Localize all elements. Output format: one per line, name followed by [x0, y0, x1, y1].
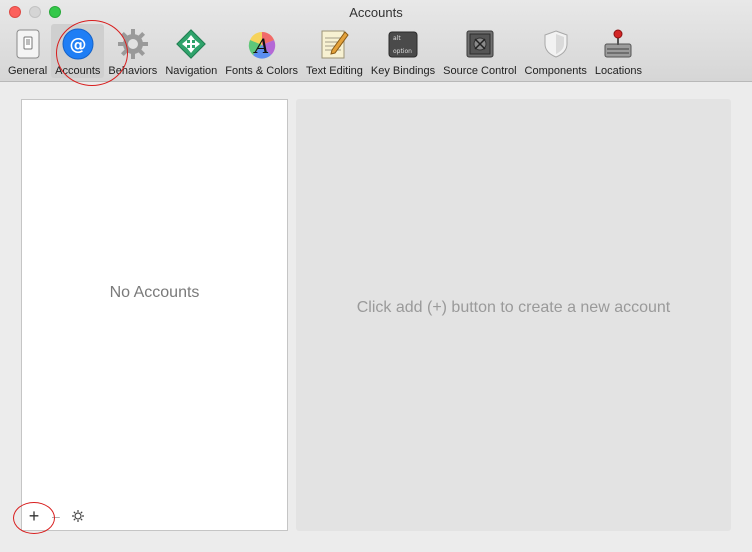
- gear-icon: [115, 26, 151, 62]
- navigation-arrows-icon: [173, 26, 209, 62]
- tab-label: Text Editing: [306, 65, 363, 77]
- window-title: Accounts: [349, 5, 403, 20]
- remove-account-button[interactable]: –: [52, 508, 60, 524]
- accounts-list[interactable]: No Accounts: [21, 99, 288, 531]
- empty-detail-message: Click add (+) button to create a new acc…: [356, 299, 671, 316]
- vault-icon: [462, 26, 498, 62]
- notepad-pencil-icon: [316, 26, 352, 62]
- empty-accounts-label: No Accounts: [109, 284, 200, 301]
- key-label-top: alt: [393, 35, 401, 42]
- list-controls: + –: [24, 506, 88, 526]
- tab-label: Behaviors: [108, 65, 158, 77]
- key-label-bottom: option: [393, 48, 412, 55]
- shield-icon: [538, 26, 574, 62]
- toolbar: Accounts General @ Accounts Behaviors Na…: [0, 0, 752, 82]
- svg-text:A: A: [252, 34, 268, 58]
- tab-accounts[interactable]: @ Accounts: [51, 24, 105, 78]
- switch-icon: [10, 26, 46, 62]
- tab-general[interactable]: General: [4, 24, 51, 78]
- tab-label: Key Bindings: [370, 65, 436, 77]
- svg-text:@: @: [69, 35, 86, 55]
- tab-label: Source Control: [443, 65, 517, 77]
- keyboard-key-icon: alt option: [385, 26, 421, 62]
- tab-label: Fonts & Colors: [225, 65, 299, 77]
- gear-icon[interactable]: [68, 506, 88, 526]
- preferences-window: Accounts General @ Accounts Behaviors Na…: [0, 0, 752, 552]
- preferences-tabs: General @ Accounts Behaviors Navigation …: [4, 24, 646, 78]
- tab-text-editing[interactable]: Text Editing: [302, 24, 367, 78]
- tab-key-bindings[interactable]: alt option Key Bindings: [367, 24, 439, 78]
- tab-label: Locations: [594, 65, 642, 77]
- tab-label: Accounts: [55, 65, 101, 77]
- tab-behaviors[interactable]: Behaviors: [104, 24, 161, 78]
- tab-label: Navigation: [165, 65, 218, 77]
- drive-joystick-icon: [600, 26, 636, 62]
- tab-source-control[interactable]: Source Control: [439, 24, 520, 78]
- tab-components[interactable]: Components: [521, 24, 591, 78]
- tab-locations[interactable]: Locations: [591, 24, 646, 78]
- tab-navigation[interactable]: Navigation: [161, 24, 221, 78]
- add-account-button[interactable]: +: [24, 506, 44, 526]
- tab-label: General: [8, 65, 48, 77]
- font-color-wheel-icon: A: [244, 26, 280, 62]
- tab-label: Components: [524, 65, 587, 77]
- account-detail-pane: Click add (+) button to create a new acc…: [296, 99, 731, 531]
- tab-fonts-colors[interactable]: A Fonts & Colors: [221, 24, 302, 78]
- at-icon: @: [60, 26, 96, 62]
